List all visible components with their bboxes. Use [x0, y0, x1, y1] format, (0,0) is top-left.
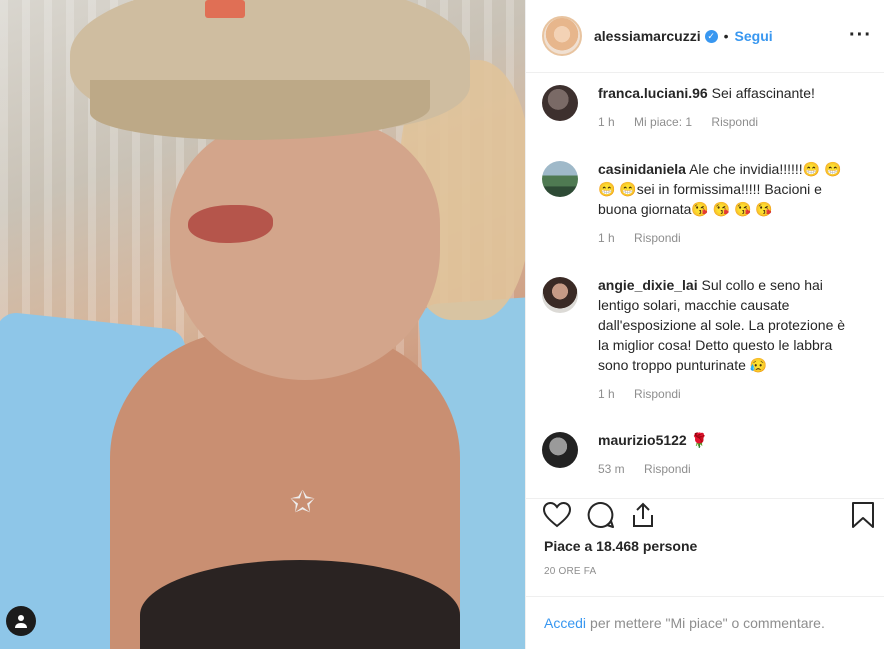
- comment-avatar[interactable]: [542, 277, 578, 313]
- comment-icon[interactable]: [585, 499, 617, 531]
- heart-icon[interactable]: [541, 499, 573, 531]
- post-image[interactable]: ✩: [0, 0, 525, 649]
- post-sidebar: alessiamarcuzzi ✓ • Segui ··· franca.luc…: [525, 0, 884, 649]
- verified-badge-icon: ✓: [704, 29, 718, 43]
- face: [170, 120, 440, 380]
- comment-username[interactable]: franca.luciani.96: [598, 85, 708, 101]
- comment-item: angie_dixie_lai Sul collo e seno hai len…: [542, 275, 862, 404]
- comment-avatar[interactable]: [542, 85, 578, 121]
- likes-count[interactable]: Piace a 18.468 persone: [544, 538, 697, 554]
- comment-text: 🌹: [690, 432, 709, 448]
- comment-username[interactable]: casinidaniela: [598, 161, 686, 177]
- login-prompt-text: per mettere "Mi piace" o commentare.: [590, 615, 825, 631]
- tagged-user-icon[interactable]: [6, 606, 36, 636]
- separator-dot: •: [723, 28, 729, 44]
- star-pendant-icon: ✩: [290, 486, 316, 519]
- share-icon[interactable]: [627, 499, 659, 531]
- author-username[interactable]: alessiamarcuzzi: [594, 28, 701, 44]
- comment-avatar[interactable]: [542, 432, 578, 468]
- comment-time[interactable]: 1 h: [598, 387, 615, 401]
- login-link[interactable]: Accedi: [544, 615, 586, 631]
- comment-item: franca.luciani.96 Sei affascinante! 1 h …: [542, 83, 862, 132]
- comment-item: maurizio5122 🌹 53 m Rispondi: [542, 430, 862, 479]
- comment-text: Sei affascinante!: [711, 85, 815, 101]
- comment-item: casinidaniela Ale che invidia!!!!!!😁 😁 😁…: [542, 159, 862, 248]
- more-options-icon[interactable]: ···: [849, 24, 872, 47]
- bookmark-icon[interactable]: [847, 499, 879, 531]
- reply-button[interactable]: Rispondi: [634, 387, 681, 401]
- post-timestamp[interactable]: 20 ORE FA: [544, 566, 596, 577]
- cap-logo: [205, 0, 245, 18]
- comment-likes[interactable]: Mi piace: 1: [634, 115, 692, 129]
- comment-username[interactable]: maurizio5122: [598, 432, 687, 448]
- follow-button[interactable]: Segui: [735, 28, 773, 44]
- comments-list: franca.luciani.96 Sei affascinante! 1 h …: [526, 74, 884, 498]
- lips: [188, 205, 273, 243]
- comment-time[interactable]: 1 h: [598, 115, 615, 129]
- reply-button[interactable]: Rispondi: [711, 115, 758, 129]
- comment-avatar[interactable]: [542, 161, 578, 197]
- action-bar: [526, 498, 884, 539]
- post-header: alessiamarcuzzi ✓ • Segui ···: [526, 0, 884, 73]
- comment-username[interactable]: angie_dixie_lai: [598, 277, 698, 293]
- reply-button[interactable]: Rispondi: [634, 231, 681, 245]
- reply-button[interactable]: Rispondi: [644, 462, 691, 476]
- author-avatar[interactable]: [542, 16, 582, 56]
- comment-time[interactable]: 53 m: [598, 462, 625, 476]
- login-prompt: Accedi per mettere "Mi piace" o commenta…: [526, 596, 884, 649]
- comment-time[interactable]: 1 h: [598, 231, 615, 245]
